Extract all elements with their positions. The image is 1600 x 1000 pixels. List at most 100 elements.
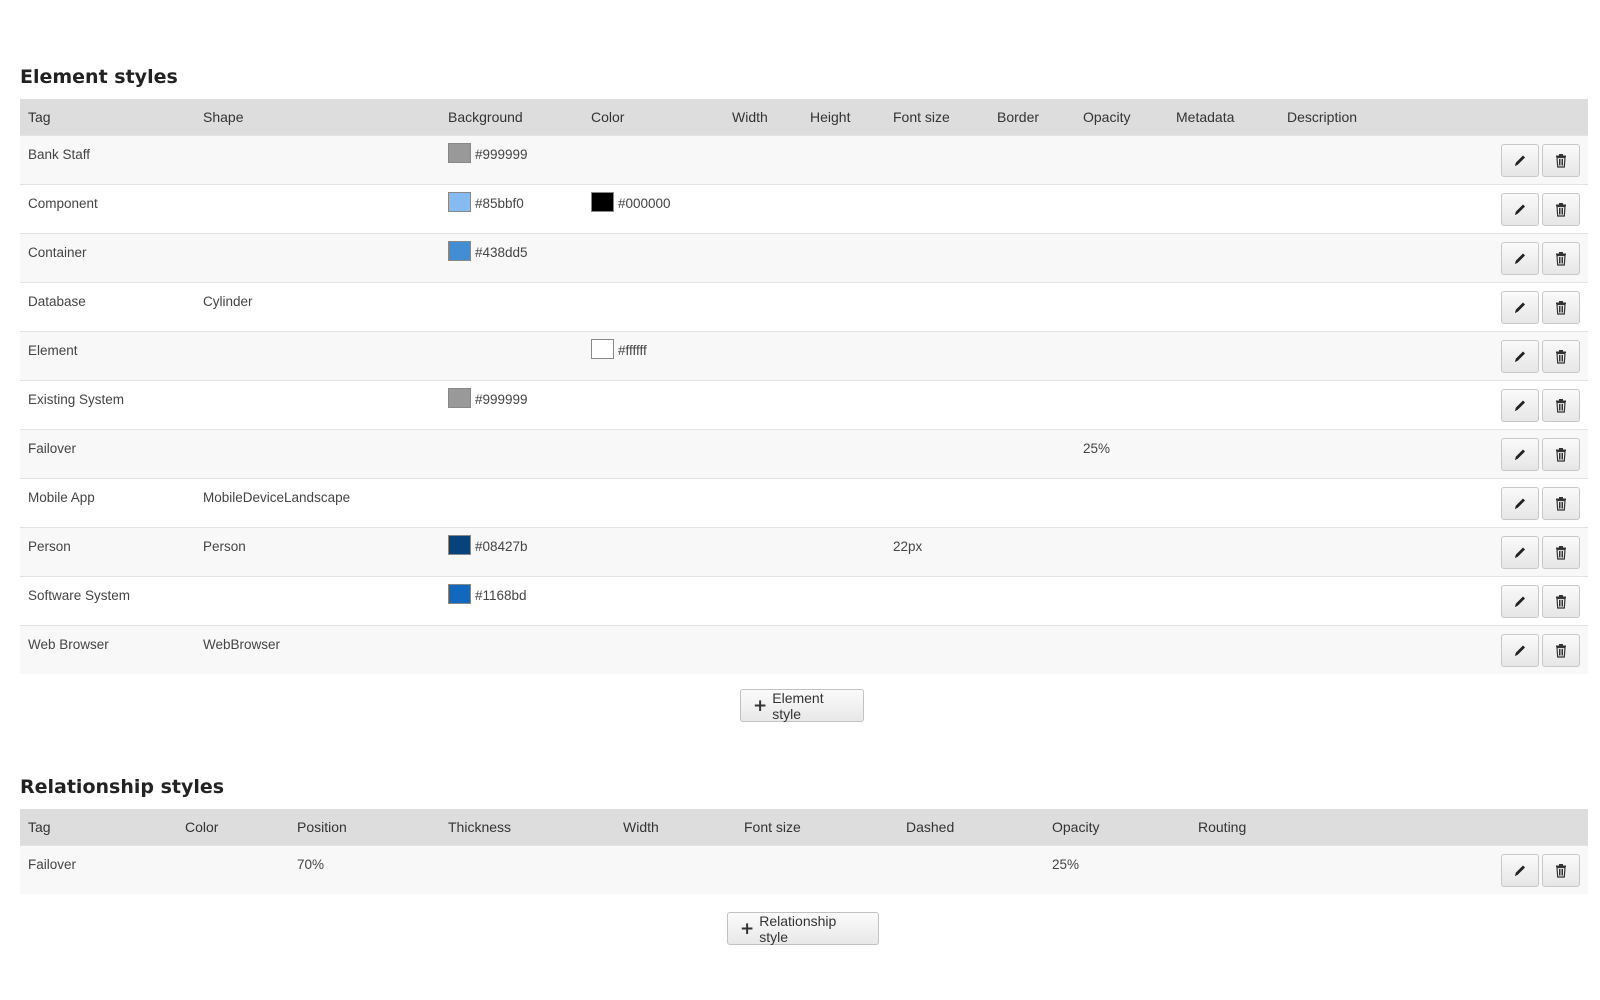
cell-opacity	[1075, 576, 1168, 625]
cell-border	[989, 282, 1075, 331]
cell-description	[1279, 380, 1459, 429]
cell-border	[989, 429, 1075, 478]
cell-value: #08427b	[475, 538, 528, 554]
cell-description	[1279, 429, 1459, 478]
cell-metadata	[1168, 184, 1279, 233]
cell-value: Component	[28, 195, 98, 211]
cell-metadata	[1168, 331, 1279, 380]
cell-width	[724, 625, 802, 674]
cell-width	[724, 282, 802, 331]
cell-tag: Bank Staff	[20, 135, 195, 184]
cell-value: 22px	[893, 538, 923, 554]
cell-border	[989, 233, 1075, 282]
cell-value: #438dd5	[475, 244, 528, 260]
cell-shape	[195, 429, 440, 478]
cell-font-size	[885, 282, 989, 331]
edit-button[interactable]	[1501, 535, 1539, 569]
cell-color	[583, 135, 724, 184]
column-header: Font size	[744, 818, 801, 835]
cell-tag: Web Browser	[20, 625, 195, 674]
table-row: Web Browser WebBrowser	[20, 625, 1588, 674]
plus-icon: +	[740, 918, 755, 939]
edit-button[interactable]	[1501, 584, 1539, 618]
edit-button[interactable]	[1501, 388, 1539, 422]
cell-background	[440, 625, 583, 674]
table-row: Failover 25%	[20, 429, 1588, 478]
cell-height	[802, 576, 885, 625]
cell-shape: Person	[195, 527, 440, 576]
cell-description	[1279, 282, 1459, 331]
cell-value: Database	[28, 293, 86, 309]
edit-button[interactable]	[1501, 290, 1539, 324]
table-row: Component #85bbf0 #000000	[20, 184, 1588, 233]
plus-icon: +	[753, 695, 768, 716]
delete-button[interactable]	[1542, 853, 1580, 887]
color-swatch	[591, 191, 614, 212]
delete-button[interactable]	[1542, 486, 1580, 520]
delete-button[interactable]	[1542, 584, 1580, 618]
column-header: Font size	[893, 108, 950, 125]
row-actions	[1460, 845, 1588, 894]
color-swatch	[448, 387, 471, 408]
cell-height	[802, 184, 885, 233]
edit-button[interactable]	[1501, 486, 1539, 520]
row-actions	[1459, 380, 1588, 429]
edit-button[interactable]	[1501, 437, 1539, 471]
relationship-styles-table: Tag Color Position Thickness Width Font size D…	[20, 809, 1588, 894]
edit-button[interactable]	[1501, 339, 1539, 373]
cell-color	[583, 527, 724, 576]
edit-button[interactable]	[1501, 853, 1539, 887]
add-element-style-button[interactable]: + Element style	[740, 689, 864, 722]
cell-shape	[195, 576, 440, 625]
add-relationship-style-button[interactable]: + Relationship style	[727, 912, 879, 945]
row-actions	[1459, 576, 1588, 625]
cell-font-size	[885, 380, 989, 429]
cell-height	[802, 135, 885, 184]
cell-background: #999999	[440, 380, 583, 429]
column-header: Opacity	[1052, 818, 1100, 835]
delete-button[interactable]	[1542, 339, 1580, 373]
cell-width	[724, 233, 802, 282]
cell-background	[440, 429, 583, 478]
delete-button[interactable]	[1542, 535, 1580, 569]
delete-button[interactable]	[1542, 437, 1580, 471]
cell-font-size	[885, 184, 989, 233]
cell-border	[989, 184, 1075, 233]
cell-color	[583, 282, 724, 331]
cell-tag: Mobile App	[20, 478, 195, 527]
column-header: Tag	[28, 108, 51, 125]
edit-button[interactable]	[1501, 192, 1539, 226]
cell-description	[1279, 184, 1459, 233]
delete-button[interactable]	[1542, 192, 1580, 226]
column-header: Color	[591, 108, 625, 125]
color-swatch	[591, 338, 614, 359]
edit-button[interactable]	[1501, 241, 1539, 275]
table-row: Software System #1168bd	[20, 576, 1588, 625]
cell-shape: MobileDeviceLandscape	[195, 478, 440, 527]
table-row: Element #ffffff	[20, 331, 1588, 380]
cell-description	[1279, 527, 1459, 576]
cell-background: #08427b	[440, 527, 583, 576]
cell-shape	[195, 184, 440, 233]
delete-button[interactable]	[1542, 143, 1580, 177]
column-header: Description	[1287, 108, 1358, 125]
delete-button[interactable]	[1542, 388, 1580, 422]
cell-border	[989, 331, 1075, 380]
cell-color	[583, 576, 724, 625]
edit-button[interactable]	[1501, 143, 1539, 177]
table-row: Bank Staff #999999	[20, 135, 1588, 184]
column-header: Tag	[28, 818, 51, 835]
add-element-style-label: Element style	[772, 689, 824, 722]
cell-value: Person	[203, 538, 246, 554]
column-header: Thickness	[448, 818, 512, 835]
cell-description	[1279, 233, 1459, 282]
cell-metadata	[1168, 233, 1279, 282]
cell-opacity	[1075, 527, 1168, 576]
cell-value: Mobile App	[28, 489, 95, 505]
edit-button[interactable]	[1501, 633, 1539, 667]
delete-button[interactable]	[1542, 241, 1580, 275]
delete-button[interactable]	[1542, 633, 1580, 667]
row-actions	[1459, 478, 1588, 527]
cell-tag: Container	[20, 233, 195, 282]
delete-button[interactable]	[1542, 290, 1580, 324]
